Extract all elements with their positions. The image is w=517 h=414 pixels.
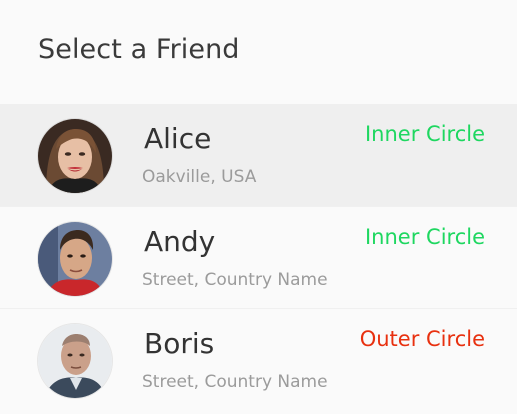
alice-photo [38,119,112,193]
friend-name: Alice [144,122,212,155]
friend-name: Boris [144,327,215,360]
friend-row-boris[interactable]: Boris Street, Country Name Outer Circle [0,308,517,410]
boris-photo [38,324,112,398]
avatar-boris [38,324,112,398]
friend-name: Andy [144,225,216,258]
circle-badge: Outer Circle [359,327,485,351]
friend-row-alice[interactable]: Alice Oakville, USA Inner Circle [0,104,517,206]
friend-list: Alice Oakville, USA Inner Circle Andy St… [0,104,517,410]
circle-badge: Inner Circle [364,122,485,146]
andy-photo [38,222,112,296]
friend-address: Oakville, USA [142,167,257,187]
friend-address: Street, Country Name [142,270,328,290]
avatar-andy [38,222,112,296]
circle-badge: Inner Circle [364,225,485,249]
page-title: Select a Friend [38,34,240,65]
friend-address: Street, Country Name [142,372,328,392]
friend-row-andy[interactable]: Andy Street, Country Name Inner Circle [0,206,517,308]
avatar-alice [38,119,112,193]
